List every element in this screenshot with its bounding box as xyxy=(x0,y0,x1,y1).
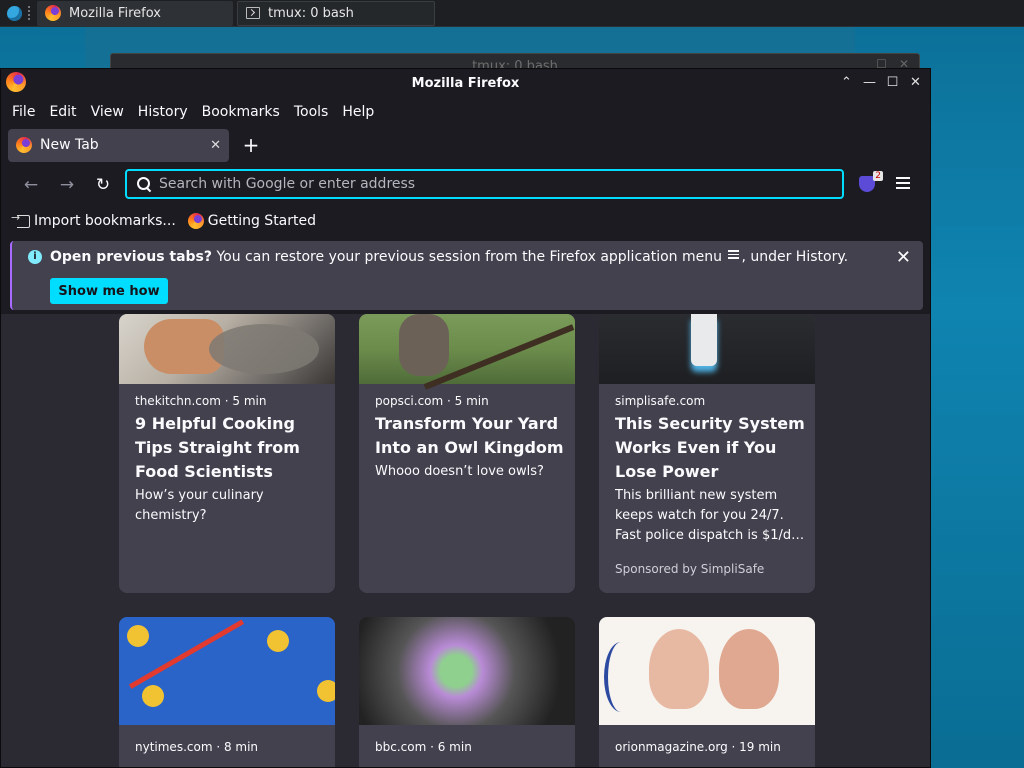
shade-button[interactable]: ⌃ xyxy=(840,75,853,90)
menubar: File Edit View History Bookmarks Tools H… xyxy=(1,98,930,125)
bookmark-label: Import bookmarks... xyxy=(34,213,176,229)
address-bar[interactable] xyxy=(125,169,844,199)
firefox-icon xyxy=(16,137,32,153)
extension-badge: 2 xyxy=(873,171,883,181)
story-title: This Security System Works Even if You L… xyxy=(615,414,805,481)
reload-button[interactable]: ↻ xyxy=(85,175,121,195)
bookmark-label: Getting Started xyxy=(207,213,317,229)
extension-button[interactable]: 2 xyxy=(859,171,883,192)
url-input[interactable] xyxy=(159,176,842,192)
restore-session-notification: i Open previous tabs? You can restore yo… xyxy=(10,241,923,310)
story-image xyxy=(359,314,575,384)
story-title: 9 Helpful Cooking Tips Straight from Foo… xyxy=(135,414,300,481)
launcher-icon xyxy=(6,5,22,21)
story-source: nytimes.com · 8 min xyxy=(135,740,259,754)
story-card[interactable]: popsci.com · 5 min Transform Your Yard I… xyxy=(359,314,575,593)
tab-strip: New Tab ✕ + xyxy=(1,125,930,165)
window-titlebar[interactable]: Mozilla Firefox ⌃ — ☐ ✕ xyxy=(1,69,930,98)
bookmark-import[interactable]: Import bookmarks... xyxy=(11,211,176,230)
story-image xyxy=(359,617,575,725)
menu-help[interactable]: Help xyxy=(335,104,381,120)
bookmark-getting-started[interactable]: Getting Started xyxy=(187,213,317,229)
story-excerpt: This brilliant new system keeps watch fo… xyxy=(615,488,805,543)
info-icon: i xyxy=(28,250,42,264)
menu-bookmarks[interactable]: Bookmarks xyxy=(195,104,287,120)
search-icon xyxy=(137,177,151,191)
app-launcher-button[interactable] xyxy=(3,2,25,24)
story-card[interactable]: thekitchn.com · 5 min 9 Helpful Cooking … xyxy=(119,314,335,593)
notification-message-end: , under History. xyxy=(741,249,849,265)
story-source: thekitchn.com · 5 min xyxy=(135,394,267,408)
forward-button[interactable]: → xyxy=(49,175,85,195)
taskbar-task-label: tmux: 0 bash xyxy=(268,5,354,21)
taskbar-task-label: Mozilla Firefox xyxy=(69,5,161,21)
story-image xyxy=(119,617,335,725)
sponsored-story-card[interactable]: simplisafe.com This Security System Work… xyxy=(599,314,815,593)
window-title: Mozilla Firefox xyxy=(411,76,520,91)
hamburger-menu-icon xyxy=(728,250,740,261)
story-source: popsci.com · 5 min xyxy=(375,394,489,408)
notification-message: You can restore your previous session fr… xyxy=(212,249,727,265)
show-me-how-button[interactable]: Show me how xyxy=(50,278,168,304)
taskbar-task-tmux[interactable]: tmux: 0 bash xyxy=(237,0,435,26)
menu-file[interactable]: File xyxy=(5,104,42,120)
firefox-icon xyxy=(187,213,204,229)
bookmarks-toolbar: Import bookmarks... Getting Started xyxy=(1,205,930,237)
notification-title: Open previous tabs? xyxy=(50,249,213,265)
back-button[interactable]: ← xyxy=(13,175,49,195)
firefox-window: Mozilla Firefox ⌃ — ☐ ✕ File Edit View H… xyxy=(0,68,931,768)
maximize-button[interactable]: ☐ xyxy=(886,75,899,90)
tab-new-tab[interactable]: New Tab ✕ xyxy=(8,128,229,162)
taskbar: Mozilla Firefox tmux: 0 bash xyxy=(0,0,1024,27)
navigation-toolbar: ← → ↻ 2 xyxy=(1,165,930,205)
new-tab-page: thekitchn.com · 5 min 9 Helpful Cooking … xyxy=(1,314,930,767)
new-tab-button[interactable]: + xyxy=(239,133,263,157)
notification-text: Open previous tabs? You can restore your… xyxy=(50,249,848,265)
firefox-icon xyxy=(45,5,61,21)
minimize-button[interactable]: — xyxy=(863,75,876,90)
story-card[interactable]: bbc.com · 6 min xyxy=(359,617,575,767)
story-source: orionmagazine.org · 19 min xyxy=(615,740,781,754)
window-controls: ⌃ — ☐ ✕ xyxy=(840,75,922,90)
story-excerpt: Whooo doesn’t love owls? xyxy=(375,464,544,479)
story-excerpt: How’s your culinary chemistry? xyxy=(135,488,264,523)
menu-history[interactable]: History xyxy=(131,104,195,120)
story-image xyxy=(599,617,815,725)
story-title: Transform Your Yard Into an Owl Kingdom xyxy=(375,414,564,457)
story-card[interactable]: nytimes.com · 8 min xyxy=(119,617,335,767)
story-card[interactable]: orionmagazine.org · 19 min xyxy=(599,617,815,767)
story-source: simplisafe.com xyxy=(615,394,706,408)
terminal-icon xyxy=(246,7,260,19)
tab-title: New Tab xyxy=(40,137,99,153)
menu-tools[interactable]: Tools xyxy=(287,104,336,120)
menu-view[interactable]: View xyxy=(84,104,131,120)
app-menu-button[interactable] xyxy=(896,177,910,192)
close-tab-icon[interactable]: ✕ xyxy=(210,138,221,153)
import-icon xyxy=(11,211,30,228)
menu-edit[interactable]: Edit xyxy=(42,104,83,120)
taskbar-separator xyxy=(28,6,34,20)
story-source: bbc.com · 6 min xyxy=(375,740,472,754)
taskbar-task-firefox[interactable]: Mozilla Firefox xyxy=(37,0,233,26)
story-image xyxy=(119,314,335,384)
sponsor-label: Sponsored by SimpliSafe xyxy=(615,562,765,576)
close-notification-icon[interactable]: ✕ xyxy=(896,247,911,268)
close-button[interactable]: ✕ xyxy=(909,75,922,90)
story-image xyxy=(599,314,815,384)
